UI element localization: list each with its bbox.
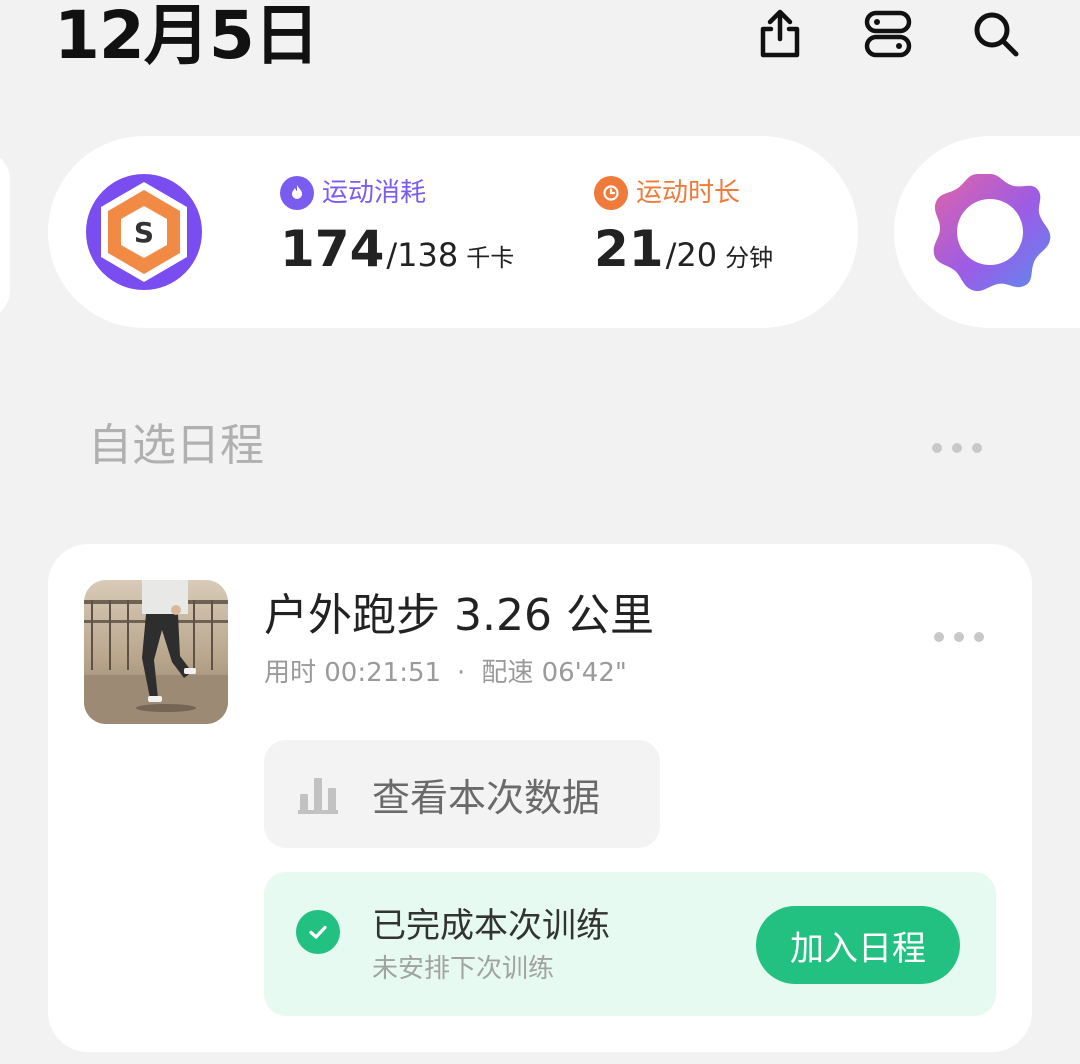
completed-title: 已完成本次训练 [372,906,610,946]
calories-label: 运动消耗 [322,178,427,208]
duration-goal: /20 [665,236,718,274]
workout-card[interactable]: 户外跑步 3.26 公里 用时 00:21:51 · 配速 06'42" 查看本次数… [48,544,1032,1052]
bar-chart-icon [298,778,338,814]
previous-card-peek[interactable] [0,150,10,320]
workout-pace: 配速 06'42" [481,658,627,688]
next-card-peek[interactable] [894,136,1080,328]
calories-stat: 运动消耗 174 /138 千卡 [280,176,514,278]
search-icon[interactable] [968,6,1024,62]
duration-value: 21 [594,220,664,278]
screen: 12月5日 S 运动消耗 174 /138 千卡 运动时长 21 /20 分钟 … [0,0,1080,1064]
activity-summary-card[interactable]: S 运动消耗 174 /138 千卡 运动时长 21 /20 分钟 [48,136,858,328]
calories-unit: 千卡 [466,244,515,272]
duration-unit: 分钟 [725,244,774,272]
layout-toggle-icon[interactable] [860,6,916,62]
section-more-icon[interactable] [932,443,982,453]
calories-value: 174 [280,220,385,278]
completed-subtitle: 未安排下次训练 [372,954,555,984]
view-data-label: 查看本次数据 [372,775,601,820]
check-circle-icon [296,910,340,954]
clock-icon [594,176,628,210]
page-title-date: 12月5日 [54,0,320,74]
duration-stat: 运动时长 21 /20 分钟 [594,176,773,278]
workout-meta: 用时 00:21:51 · 配速 06'42" [264,658,627,688]
share-icon[interactable] [752,6,808,62]
workout-title: 户外跑步 3.26 公里 [264,590,654,641]
duration-label: 运动时长 [636,178,741,208]
completed-panel: 已完成本次训练 未安排下次训练 加入日程 [264,872,996,1016]
calories-goal: /138 [386,236,459,274]
achievement-badge-icon [933,174,1051,292]
workout-thumbnail [84,580,228,724]
workout-duration: 用时 00:21:51 [264,658,442,688]
section-title: 自选日程 [88,420,264,471]
add-to-schedule-button[interactable]: 加入日程 [756,906,960,984]
activity-badge-icon: S [86,174,202,290]
svg-text:S: S [134,216,154,249]
view-data-button[interactable]: 查看本次数据 [264,740,660,848]
workout-more-icon[interactable] [934,632,984,642]
flame-icon [280,176,314,210]
